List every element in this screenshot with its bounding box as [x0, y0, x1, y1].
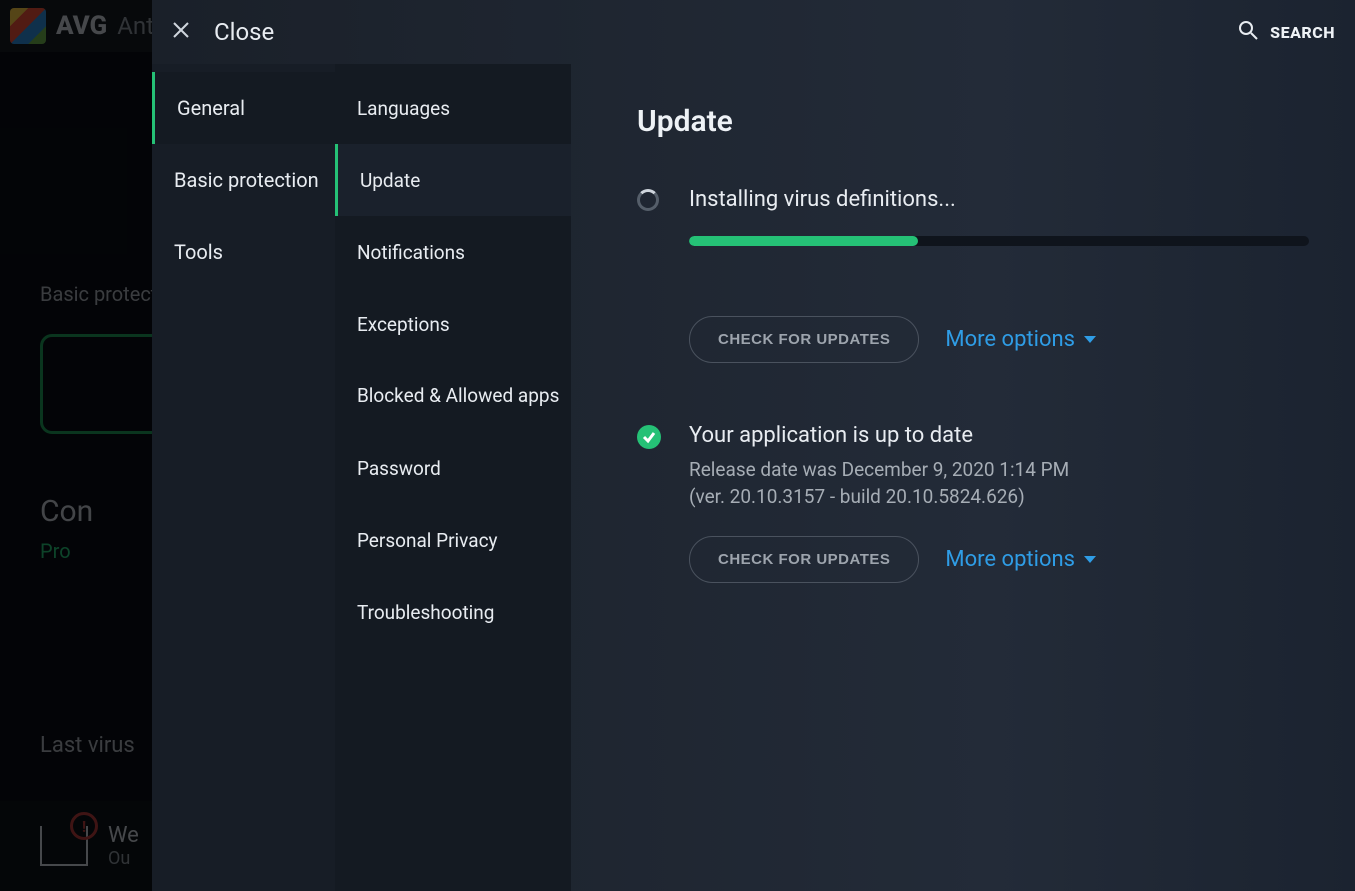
search-label: SEARCH — [1270, 23, 1335, 42]
page-title: Update — [637, 104, 1309, 139]
more-options-label: More options — [945, 547, 1075, 572]
check-updates-button-2[interactable]: CHECK FOR UPDATES — [689, 536, 919, 583]
nav2-blocked-allowed[interactable]: Blocked & Allowed apps — [335, 360, 571, 432]
app-uptodate-title: Your application is up to date — [689, 423, 1309, 448]
panel-body: General Basic protection Tools Languages… — [152, 64, 1355, 891]
virus-def-status: Installing virus definitions... — [689, 187, 1309, 212]
nav1-basic-protection[interactable]: Basic protection — [152, 144, 335, 216]
nav2-personal-privacy[interactable]: Personal Privacy — [335, 504, 571, 576]
chevron-down-icon — [1083, 327, 1097, 352]
nav1-label: General — [177, 96, 245, 120]
nav1-label: Tools — [174, 240, 223, 264]
virus-def-actions: CHECK FOR UPDATES More options — [689, 316, 1309, 363]
spinner-icon — [637, 189, 661, 213]
close-label: Close — [214, 18, 274, 46]
check-updates-button-1[interactable]: CHECK FOR UPDATES — [689, 316, 919, 363]
content-area: Update Installing virus definitions... C… — [571, 64, 1355, 891]
nav2-label: Update — [360, 169, 420, 192]
nav1-general[interactable]: General — [152, 72, 335, 144]
panel-header: Close SEARCH — [152, 0, 1355, 64]
nav2-label: Languages — [357, 97, 450, 120]
version-text: (ver. 20.10.3157 - build 20.10.5824.626) — [689, 485, 1309, 508]
nav2-label: Notifications — [357, 241, 465, 264]
nav2-languages[interactable]: Languages — [335, 72, 571, 144]
nav2-update[interactable]: Update — [335, 144, 571, 216]
progress-fill — [689, 236, 918, 246]
close-button[interactable]: Close — [172, 18, 274, 46]
nav2-label: Exceptions — [357, 313, 450, 336]
nav1-tools[interactable]: Tools — [152, 216, 335, 288]
search-button[interactable]: SEARCH — [1238, 20, 1335, 44]
settings-panel: Close SEARCH General Basic protection To… — [152, 0, 1355, 891]
app-actions: CHECK FOR UPDATES More options — [689, 536, 1309, 583]
more-options-dropdown-2[interactable]: More options — [945, 547, 1097, 572]
nav2-label: Personal Privacy — [357, 529, 498, 552]
app-uptodate-row: Your application is up to date Release d… — [637, 423, 1309, 508]
more-options-dropdown-1[interactable]: More options — [945, 327, 1097, 352]
nav2-label: Password — [357, 457, 441, 480]
more-options-label: More options — [945, 327, 1075, 352]
nav2-label: Troubleshooting — [357, 601, 495, 624]
nav2-troubleshooting[interactable]: Troubleshooting — [335, 576, 571, 648]
close-icon — [172, 21, 190, 43]
virus-def-row: Installing virus definitions... — [637, 187, 1309, 246]
release-date-text: Release date was December 9, 2020 1:14 P… — [689, 458, 1309, 481]
chevron-down-icon — [1083, 547, 1097, 572]
search-icon — [1238, 20, 1258, 44]
progress-bar — [689, 236, 1309, 246]
settings-nav-secondary: Languages Update Notifications Exception… — [335, 64, 571, 891]
nav2-label: Blocked & Allowed apps — [357, 384, 559, 409]
settings-nav-primary: General Basic protection Tools — [152, 64, 335, 891]
nav2-notifications[interactable]: Notifications — [335, 216, 571, 288]
nav2-exceptions[interactable]: Exceptions — [335, 288, 571, 360]
nav2-password[interactable]: Password — [335, 432, 571, 504]
nav1-label: Basic protection — [174, 168, 319, 192]
check-circle-icon — [637, 425, 661, 449]
